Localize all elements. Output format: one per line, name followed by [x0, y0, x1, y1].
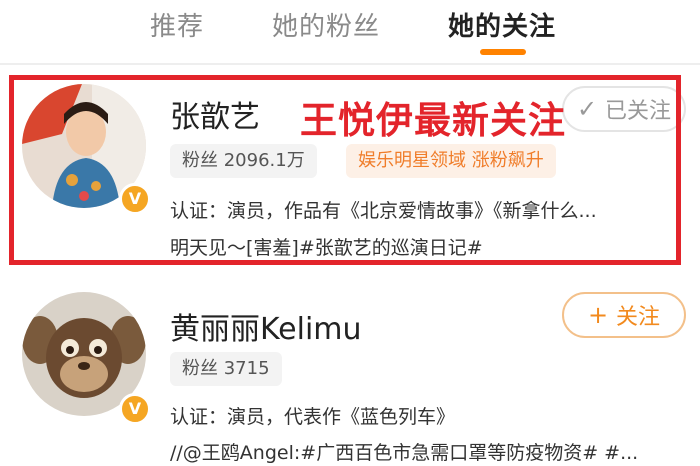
user-card[interactable]: V 黄丽丽Kelimu + 关注 粉丝 3715 认证：演员，代表作《蓝色列车》…	[0, 286, 700, 466]
verified-badge-icon: V	[119, 393, 151, 425]
tab-bar: 推荐 她的粉丝 她的关注	[0, 0, 700, 66]
latest-status-text: //@王鸥Angel:#广西百色市急需口罩等防疫物资# #...	[170, 442, 639, 464]
user-card[interactable]: V 张歆艺 ✓ 已关注 王悦伊最新关注 粉丝 2096.1万 娱乐明星领域 涨粉…	[0, 66, 700, 280]
follow-button[interactable]: + 关注	[562, 292, 686, 338]
active-tab-indicator	[480, 49, 526, 55]
highlight-frame	[9, 75, 681, 265]
fans-count-badge: 粉丝 3715	[170, 352, 282, 386]
user-name[interactable]: 黄丽丽Kelimu	[170, 304, 362, 348]
tab-her-fans[interactable]: 她的粉丝	[272, 6, 380, 43]
tab-her-following[interactable]: 她的关注	[448, 6, 556, 43]
plus-icon: +	[587, 301, 609, 329]
follow-label: 关注	[616, 305, 661, 330]
tab-recommended[interactable]: 推荐	[150, 6, 204, 43]
tab-divider	[0, 63, 700, 65]
verification-text: 认证：演员，代表作《蓝色列车》	[170, 406, 456, 428]
